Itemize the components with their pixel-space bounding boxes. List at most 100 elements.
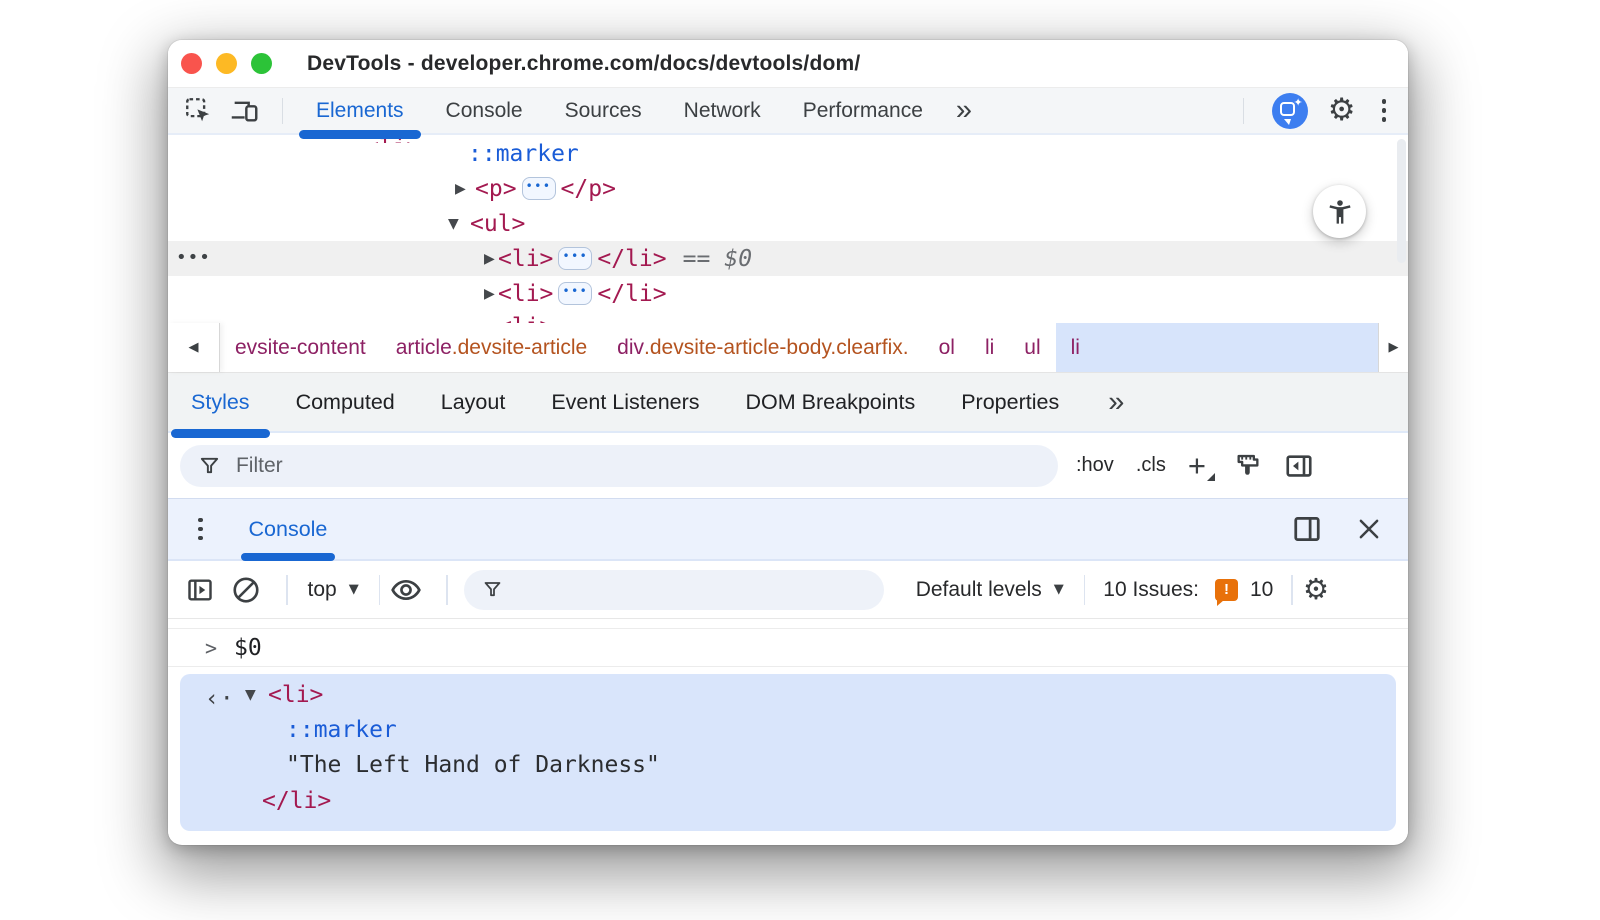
toolbar-right-cluster: ✦ ⚙ — [1235, 92, 1393, 129]
inspect-element-icon[interactable] — [182, 95, 214, 127]
panel-tabs: Elements Console Sources Network Perform… — [295, 88, 944, 139]
dock-sidebar-icon[interactable] — [1284, 451, 1314, 481]
issues-counter[interactable]: 10 Issues: ! 10 — [1095, 578, 1281, 606]
breadcrumb-item[interactable]: ul — [1009, 323, 1055, 372]
collapsed-content-ellipsis[interactable]: ••• — [521, 177, 556, 200]
command-text: $0 — [234, 634, 262, 661]
dom-row-li[interactable]: ▶ <li> ••• </li> — [168, 276, 1408, 311]
tab-styles[interactable]: Styles — [168, 373, 273, 438]
breadcrumb-item[interactable]: article .devsite-article — [381, 323, 602, 372]
tab-event-listeners[interactable]: Event Listeners — [528, 373, 722, 431]
close-window-button[interactable] — [181, 53, 202, 74]
live-expression-eye-icon[interactable] — [390, 574, 422, 606]
console-settings-gear-icon[interactable]: ⚙ — [1303, 575, 1329, 604]
tab-layout[interactable]: Layout — [418, 373, 529, 431]
dom-row-p[interactable]: ▶ <p> ••• </p> — [168, 171, 1408, 206]
result-open-tag[interactable]: <li> — [268, 678, 323, 712]
hover-state-toggle[interactable]: :hov — [1076, 454, 1114, 477]
execution-context-selector[interactable]: top ▼ — [298, 578, 369, 602]
row-options-dots-icon[interactable]: ••• — [176, 246, 211, 267]
result-marker-pseudo[interactable]: ::marker — [286, 713, 397, 747]
filter-funnel-icon — [484, 582, 501, 597]
more-options-kebab-icon[interactable] — [1376, 97, 1393, 124]
accessibility-fab[interactable] — [1313, 185, 1366, 238]
tab-properties[interactable]: Properties — [938, 373, 1082, 431]
breadcrumb-scroll-left-icon[interactable]: ◀ — [168, 323, 220, 372]
drawer-tab-console[interactable]: Console — [240, 499, 336, 561]
console-sidebar-icon[interactable] — [184, 574, 216, 606]
dom-row-marker[interactable]: ::marker — [168, 136, 1408, 171]
toolbar-divider — [286, 574, 288, 605]
dom-tree-scrollbar[interactable] — [1397, 139, 1406, 263]
clear-console-icon[interactable] — [230, 574, 262, 606]
breadcrumb-item[interactable]: div .devsite-article-body.clearfix. — [602, 323, 923, 372]
drawer-header: Console — [168, 498, 1408, 561]
more-tabs-icon[interactable]: » — [944, 94, 984, 127]
console-result-block: ‹· ▼ <li> ::marker "The Left Hand of Dar… — [180, 674, 1396, 831]
element-classes-toggle[interactable]: .cls — [1136, 454, 1166, 477]
dom-row-li-selected[interactable]: ••• ▶ <li> ••• </li> == $0 — [168, 241, 1408, 276]
return-value-icon: ‹· — [205, 686, 235, 712]
elements-dom-tree: <li> ::marker ▶ <p> ••• </p> ▼ <ul> ••• … — [168, 135, 1408, 323]
settings-gear-icon[interactable]: ⚙ — [1328, 95, 1356, 126]
title-bar: DevTools - developer.chrome.com/docs/dev… — [168, 40, 1408, 88]
zoom-window-button[interactable] — [251, 53, 272, 74]
device-toolbar-icon[interactable] — [228, 95, 260, 127]
dom-row-ul[interactable]: ▼ <ul> — [168, 206, 1408, 241]
partial-dom-row-bottom: <li> — [498, 314, 553, 323]
split-panel-icon[interactable] — [1292, 514, 1322, 544]
filter-funnel-icon — [200, 457, 219, 473]
breadcrumb-item[interactable]: li — [970, 323, 1009, 372]
console-filter-field[interactable] — [463, 569, 884, 610]
toolbar-divider — [1083, 574, 1086, 605]
console-command-row: > $0 — [168, 628, 1408, 667]
expand-arrow-icon[interactable]: ▶ — [484, 286, 495, 302]
collapse-arrow-icon[interactable]: ▼ — [448, 216, 459, 232]
dollar-zero-annotation: $0 — [724, 245, 753, 272]
expand-arrow-icon[interactable]: ▶ — [455, 181, 466, 197]
console-toolbar: top ▼ Default levels ▼ 10 Issues: ! 10 ⚙ — [168, 561, 1408, 619]
issues-warning-icon: ! — [1215, 578, 1238, 606]
result-text-node[interactable]: "The Left Hand of Darkness" — [286, 748, 660, 782]
drawer-menu-kebab-icon[interactable] — [192, 516, 209, 543]
more-pane-tabs-icon[interactable]: » — [1092, 386, 1140, 419]
breadcrumb-scroll-right-icon[interactable]: ▶ — [1378, 323, 1408, 372]
toolbar-divider — [446, 574, 448, 605]
breadcrumb-item[interactable]: ol — [924, 323, 970, 372]
ai-assistant-icon[interactable]: ✦ — [1271, 92, 1308, 129]
command-chevron-icon: > — [205, 635, 218, 660]
collapsed-content-ellipsis[interactable]: ••• — [558, 282, 593, 305]
styles-filter-input[interactable] — [233, 452, 1040, 479]
expand-arrow-icon[interactable]: ▶ — [484, 251, 495, 267]
new-style-rule-icon[interactable]: + — [1188, 450, 1216, 481]
tab-computed[interactable]: Computed — [273, 373, 418, 431]
collapsed-content-ellipsis[interactable]: ••• — [558, 247, 593, 270]
tab-elements[interactable]: Elements — [295, 88, 425, 139]
tab-sources[interactable]: Sources — [544, 88, 663, 133]
tab-dom-breakpoints[interactable]: DOM Breakpoints — [723, 373, 939, 431]
window-title: DevTools - developer.chrome.com/docs/dev… — [307, 51, 861, 75]
tab-performance[interactable]: Performance — [782, 88, 944, 133]
chevron-down-icon: ▼ — [348, 582, 359, 597]
breadcrumb-item-selected[interactable]: li — [1055, 323, 1378, 372]
log-levels-dropdown[interactable]: Default levels ▼ — [906, 578, 1074, 602]
collapse-arrow-icon[interactable]: ▼ — [245, 687, 256, 703]
chevron-down-icon: ▼ — [1053, 582, 1064, 597]
console-filter-input[interactable] — [514, 581, 866, 598]
toolbar-divider — [1291, 574, 1293, 605]
rendering-emulation-icon[interactable] — [1234, 452, 1262, 480]
result-close-tag[interactable]: </li> — [262, 784, 331, 818]
tab-console[interactable]: Console — [425, 88, 544, 133]
console-messages: > $0 ‹· ▼ <li> ::marker "The Left Hand o… — [168, 619, 1408, 843]
styles-filter-field[interactable] — [180, 444, 1058, 487]
breadcrumb-item[interactable]: evsite-content — [220, 323, 381, 372]
toolbar-divider — [282, 97, 283, 124]
breadcrumb: ◀ evsite-content article .devsite-article… — [168, 323, 1408, 373]
tab-network[interactable]: Network — [663, 88, 782, 133]
close-drawer-icon[interactable] — [1356, 516, 1382, 542]
accessibility-person-icon — [1329, 199, 1350, 224]
styles-toolbar: :hov .cls + — [168, 433, 1408, 498]
minimize-window-button[interactable] — [216, 53, 237, 74]
devtools-window: DevTools - developer.chrome.com/docs/dev… — [168, 40, 1408, 845]
toolbar-divider — [1242, 97, 1244, 124]
